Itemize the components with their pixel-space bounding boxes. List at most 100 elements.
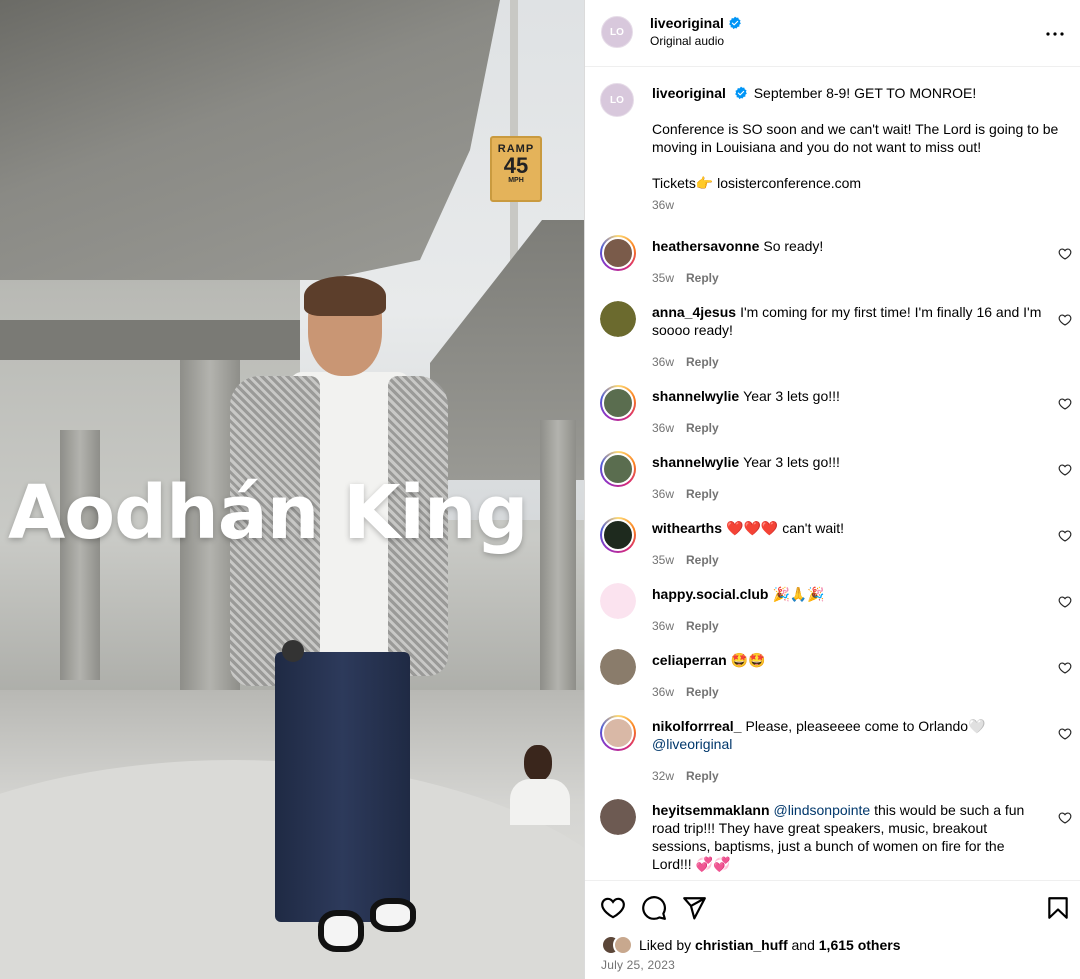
commenter-username[interactable]: celiaperran <box>652 652 727 668</box>
liked-by-and: and <box>791 937 815 953</box>
likes-count[interactable]: 1,615 others <box>819 937 901 953</box>
reply-button[interactable]: Reply <box>686 619 719 633</box>
post-video[interactable]: RAMP 45 MPH Aodhán King <box>0 0 584 979</box>
comment-text: 🎉🙏🎉 <box>772 586 825 602</box>
comment-timestamp[interactable]: 35w <box>652 553 674 567</box>
avatar-image <box>602 717 634 749</box>
caption-avatar[interactable]: LO <box>600 83 634 117</box>
comment-timestamp[interactable]: 36w <box>652 685 674 699</box>
hair <box>304 276 386 316</box>
caption-username[interactable]: liveoriginal <box>652 85 726 101</box>
pillar <box>540 420 576 700</box>
background-person <box>508 745 572 825</box>
comment-body: celiaperran 🤩🤩 <box>652 651 1042 669</box>
comment-like-heart-icon[interactable] <box>1058 313 1072 327</box>
commenter-username[interactable]: shannelwylie <box>652 388 739 404</box>
commenter-avatar[interactable] <box>600 517 636 553</box>
liker-avatar[interactable] <box>613 935 633 955</box>
more-options-icon[interactable] <box>1043 22 1067 44</box>
reply-button[interactable]: Reply <box>686 271 719 285</box>
comment-text: ❤️❤️❤️ can't wait! <box>726 520 845 536</box>
comment-like-heart-icon[interactable] <box>1058 661 1072 675</box>
comment-body: shannelwylie Year 3 lets go!!! <box>652 453 1042 471</box>
post-date[interactable]: July 25, 2023 <box>601 958 675 972</box>
commenter-username[interactable]: heyitsemmaklann <box>652 802 770 818</box>
comment-mention[interactable]: @lindsonpointe <box>774 802 871 818</box>
post-actions: Liked by christian_huff and 1,615 others… <box>585 880 1080 979</box>
commenter-avatar[interactable] <box>600 799 636 835</box>
likes-text: Liked by christian_huff and 1,615 others <box>639 937 900 953</box>
comment-body: heyitsemmaklann @lindsonpointe this would… <box>652 801 1042 873</box>
comment-timestamp[interactable]: 36w <box>652 619 674 633</box>
comment-meta: 36w Reply <box>652 487 719 501</box>
comment-text: Please, pleaseeee come to Orlando🤍 <box>745 718 986 734</box>
bg-person-body <box>510 779 570 825</box>
comment-body: anna_4jesus I'm coming for my first time!… <box>652 303 1042 339</box>
reply-button[interactable]: Reply <box>686 487 719 501</box>
liked-by-user[interactable]: christian_huff <box>695 937 788 953</box>
reply-button[interactable]: Reply <box>686 685 719 699</box>
post-header: LO liveoriginal Original audio <box>585 0 1080 67</box>
reply-button[interactable]: Reply <box>686 553 719 567</box>
reply-button[interactable]: Reply <box>686 769 719 783</box>
audio-link[interactable]: Original audio <box>650 34 724 48</box>
post-side-panel: LO liveoriginal Original audio LO liveor… <box>584 0 1080 979</box>
shoe-right <box>370 898 416 932</box>
comment-timestamp[interactable]: 32w <box>652 769 674 783</box>
comment-like-heart-icon[interactable] <box>1058 397 1072 411</box>
comment-like-heart-icon[interactable] <box>1058 463 1072 477</box>
commenter-username[interactable]: shannelwylie <box>652 454 739 470</box>
caption-paragraph: Conference is SO soon and we can't wait!… <box>652 121 1059 155</box>
verified-badge-icon <box>734 86 747 100</box>
avatar-image <box>600 799 636 835</box>
jeans <box>275 652 410 922</box>
commenter-username[interactable]: happy.social.club <box>652 586 768 602</box>
commenter-avatar[interactable] <box>600 385 636 421</box>
author-row: liveoriginal <box>650 15 742 31</box>
comment-like-heart-icon[interactable] <box>1058 247 1072 261</box>
comment-icon[interactable] <box>641 895 667 921</box>
commenter-avatar[interactable] <box>600 715 636 751</box>
author-avatar[interactable]: LO <box>601 16 633 48</box>
comment-like-heart-icon[interactable] <box>1058 811 1072 825</box>
heart-icon[interactable] <box>600 895 626 921</box>
tickets-label: Tickets👉 <box>652 175 714 191</box>
commenter-username[interactable]: nikolforrreal_ <box>652 718 741 734</box>
avatar-image <box>602 387 634 419</box>
commenter-avatar[interactable] <box>600 451 636 487</box>
share-icon[interactable] <box>681 895 707 921</box>
comment-timestamp[interactable]: 36w <box>652 421 674 435</box>
commenter-username[interactable]: withearths <box>652 520 722 536</box>
comment-body: nikolforrreal_ Please, pleaseeee come to … <box>652 717 1042 753</box>
reply-button[interactable]: Reply <box>686 421 719 435</box>
comment-text: Year 3 lets go!!! <box>743 388 840 404</box>
bookmark-icon[interactable] <box>1045 895 1071 921</box>
comment-like-heart-icon[interactable] <box>1058 595 1072 609</box>
comment-like-heart-icon[interactable] <box>1058 529 1072 543</box>
comment-mention[interactable]: @liveoriginal <box>652 736 732 752</box>
reply-button[interactable]: Reply <box>686 355 719 369</box>
more-dots-glyph <box>1046 32 1064 36</box>
video-overlay-title: Aodhán King <box>8 470 529 556</box>
comment-timestamp[interactable]: 35w <box>652 271 674 285</box>
comment-like-heart-icon[interactable] <box>1058 727 1072 741</box>
author-username[interactable]: liveoriginal <box>650 15 724 31</box>
likes-summary: Liked by christian_huff and 1,615 others <box>601 935 900 955</box>
liked-by-prefix: Liked by <box>639 937 692 953</box>
commenter-username[interactable]: anna_4jesus <box>652 304 736 320</box>
commenter-avatar[interactable] <box>600 301 636 337</box>
sign-number: 45 <box>503 153 529 178</box>
speed-sign: RAMP 45 MPH <box>490 136 542 202</box>
commenter-username[interactable]: heathersavonne <box>652 238 759 254</box>
commenter-avatar[interactable] <box>600 649 636 685</box>
avatar-image <box>600 301 636 337</box>
comment-timestamp[interactable]: 36w <box>652 355 674 369</box>
comment-meta: 36w Reply <box>652 355 719 369</box>
comment-body: withearths ❤️❤️❤️ can't wait! <box>652 519 1042 537</box>
caption-timestamp[interactable]: 36w <box>652 198 674 212</box>
post-view: RAMP 45 MPH Aodhán King LO liveoriginal <box>0 0 1080 979</box>
comment-timestamp[interactable]: 36w <box>652 487 674 501</box>
commenter-avatar[interactable] <box>600 583 636 619</box>
comment-meta: 36w Reply <box>652 685 719 699</box>
commenter-avatar[interactable] <box>600 235 636 271</box>
